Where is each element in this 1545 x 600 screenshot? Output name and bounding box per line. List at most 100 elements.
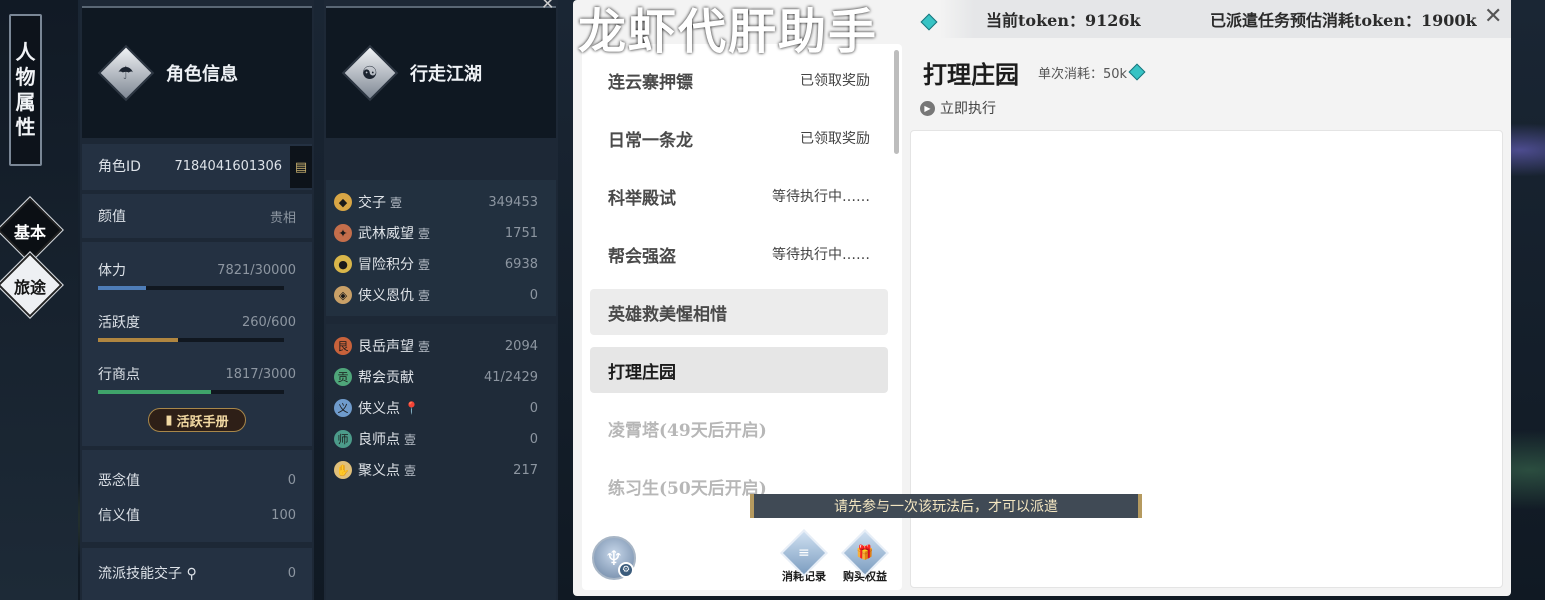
- currency-row: 师良师点壹 0: [334, 428, 538, 450]
- character-header: ☂ 角色信息: [82, 6, 312, 138]
- currency-label: 聚义点: [358, 463, 400, 479]
- play-icon: ▶: [920, 100, 935, 116]
- currency-label: 武林威望: [358, 226, 414, 242]
- karma-row: 恶念值 0: [98, 472, 296, 490]
- stat-row-stamina: 体力 7821/30000: [98, 262, 296, 280]
- consumption-record-button[interactable]: ≡ 消耗记录: [778, 528, 830, 584]
- task-item[interactable]: 英雄救美惺相惜: [590, 289, 888, 335]
- looks-row: 颜值 贵相: [98, 209, 296, 226]
- currency-row: 义侠义点 📍 0: [334, 397, 538, 419]
- currency-row: ◈ 侠义恩仇壹 0: [334, 284, 538, 306]
- currency-group-1: ◆ 交子壹 349453 ✦ 武林威望壹 1751 ● 冒险积分壹 6938 ◈ 侠义恩仇壹 0: [326, 180, 556, 316]
- currency-label: 艮岳声望: [358, 339, 414, 355]
- stats-section: 体力 7821/30000 活跃度 260/600 行商点 1817/3000 …: [82, 242, 312, 446]
- currency-icon: ◆: [334, 193, 352, 211]
- task-item[interactable]: 凌霄塔(49天后开启): [590, 405, 888, 451]
- currency-label: 良师点: [358, 432, 400, 448]
- currency-icon: ●: [334, 255, 352, 273]
- assistant-title: 龙虾代肝助手: [578, 4, 879, 60]
- currency-value: 1751: [504, 225, 538, 241]
- task-name: 练习生(50天后开启): [608, 478, 767, 499]
- currency-icon: 艮: [334, 337, 352, 355]
- dispatch-toast: 请先参与一次该玩法后，才可以派遣: [750, 494, 1142, 518]
- currency-value: 217: [513, 462, 538, 478]
- currency-value: 0: [529, 431, 538, 447]
- task-item[interactable]: 帮会强盗 等待执行中……: [590, 231, 888, 277]
- currency-row: ◆ 交子壹 349453: [334, 191, 538, 213]
- currency-label: 侠义点: [358, 401, 400, 417]
- trust-row: 信义值 100: [98, 507, 296, 525]
- trade-bar: [98, 390, 284, 394]
- currency-row: 艮艮岳声望壹 2094: [334, 335, 538, 357]
- currency-label: 侠义恩仇: [358, 288, 414, 304]
- detail-cost: 单次消耗：50k: [1038, 63, 1146, 82]
- detail-content-panel: [910, 130, 1503, 588]
- currency-icon: ◈: [334, 286, 352, 304]
- task-item[interactable]: 科举殿试 等待执行中……: [590, 173, 888, 219]
- character-id-value: 7184041601306: [174, 158, 282, 174]
- task-item[interactable]: 连云寨押镖 已领取奖励: [590, 57, 888, 103]
- virtue-section: 恶念值 0 信义值 100: [82, 450, 312, 542]
- currency-icon: 师: [334, 430, 352, 448]
- execute-now-button[interactable]: ▶ 立即执行: [920, 98, 996, 118]
- stat-row-activity: 活跃度 260/600: [98, 314, 296, 332]
- close-icon[interactable]: ✕: [1484, 4, 1502, 29]
- activity-handbook-button[interactable]: ▮ 活跃手册: [148, 408, 246, 432]
- currency-row: ✋ 聚义点壹 217: [334, 459, 538, 481]
- currency-value: 349453: [488, 194, 538, 210]
- tab-journey[interactable]: 旅途: [0, 274, 60, 298]
- task-item[interactable]: 打理庄园: [590, 347, 888, 393]
- journey-icon: ☯: [341, 44, 399, 102]
- character-id-row: 角色ID 7184041601306: [98, 158, 282, 176]
- activity-bar: [98, 338, 284, 342]
- looks-section: 颜值 贵相: [82, 194, 312, 238]
- currency-row: ● 冒险积分壹 6938: [334, 253, 538, 275]
- task-status: 等待执行中……: [772, 189, 870, 205]
- currency-icon: ✦: [334, 224, 352, 242]
- detail-title: 打理庄园: [923, 60, 1019, 89]
- settings-gear-icon[interactable]: ⚙: [618, 562, 634, 578]
- stamina-bar: [98, 286, 284, 290]
- currency-label: 帮会贡献: [358, 370, 414, 386]
- journey-header-title: 行走江湖: [410, 64, 482, 85]
- character-column: ☂ 角色信息 角色ID 7184041601306 ▤ 颜值 贵相 体力 782…: [80, 0, 314, 600]
- tab-basic[interactable]: 基本: [0, 219, 60, 243]
- currency-row: ✦ 武林威望壹 1751: [334, 222, 538, 244]
- journey-header: ☯ 行走江湖: [326, 6, 556, 138]
- currency-tier-tag: 壹: [404, 432, 417, 447]
- currency-tier-tag: 壹: [390, 195, 403, 210]
- character-id-section: 角色ID 7184041601306: [82, 144, 312, 190]
- task-list-scrollbar[interactable]: [894, 50, 899, 154]
- currency-label: 交子: [358, 195, 386, 211]
- task-status: 已领取奖励: [800, 131, 870, 147]
- currency-tier-tag: 壹: [418, 288, 431, 303]
- copy-id-icon[interactable]: ▤: [290, 146, 312, 188]
- left-sidebar: 人 物 属 性 基本 旅途: [0, 0, 78, 600]
- currency-label: 冒险积分: [358, 257, 414, 273]
- task-name: 凌霄塔(49天后开启): [608, 420, 767, 441]
- character-header-title: 角色信息: [166, 64, 238, 85]
- currency-tier-tag: 壹: [418, 339, 431, 354]
- task-item[interactable]: 日常一条龙 已领取奖励: [590, 115, 888, 161]
- handbook-icon: ▮: [165, 412, 173, 428]
- currency-value: 2094: [504, 338, 538, 354]
- currency-tier-tag: 壹: [418, 226, 431, 241]
- currency-icon: 贡: [334, 368, 352, 386]
- dispatch-token: 已派遣任务预估消耗token：1900k: [1210, 11, 1477, 30]
- task-name: 英雄救美惺相惜: [608, 304, 727, 325]
- current-token: 当前token：9126k: [986, 11, 1141, 30]
- currency-icon: ✋: [334, 461, 352, 479]
- panel-close-icon[interactable]: ✕: [541, 0, 554, 13]
- task-name: 帮会强盗: [608, 246, 676, 267]
- task-name: 打理庄园: [608, 362, 676, 383]
- activity-bar-fill: [98, 338, 178, 342]
- task-name: 科举殿试: [608, 188, 676, 209]
- trade-bar-fill: [98, 390, 212, 394]
- character-icon: ☂: [97, 44, 155, 102]
- task-name: 日常一条龙: [608, 130, 693, 151]
- buy-benefits-button[interactable]: 🎁 购买权益: [839, 528, 891, 584]
- currency-value: 6938: [504, 256, 538, 272]
- stamina-bar-fill: [98, 286, 147, 290]
- currency-tier-tag: 📍: [404, 401, 419, 415]
- cost-gem-icon: [1128, 63, 1146, 81]
